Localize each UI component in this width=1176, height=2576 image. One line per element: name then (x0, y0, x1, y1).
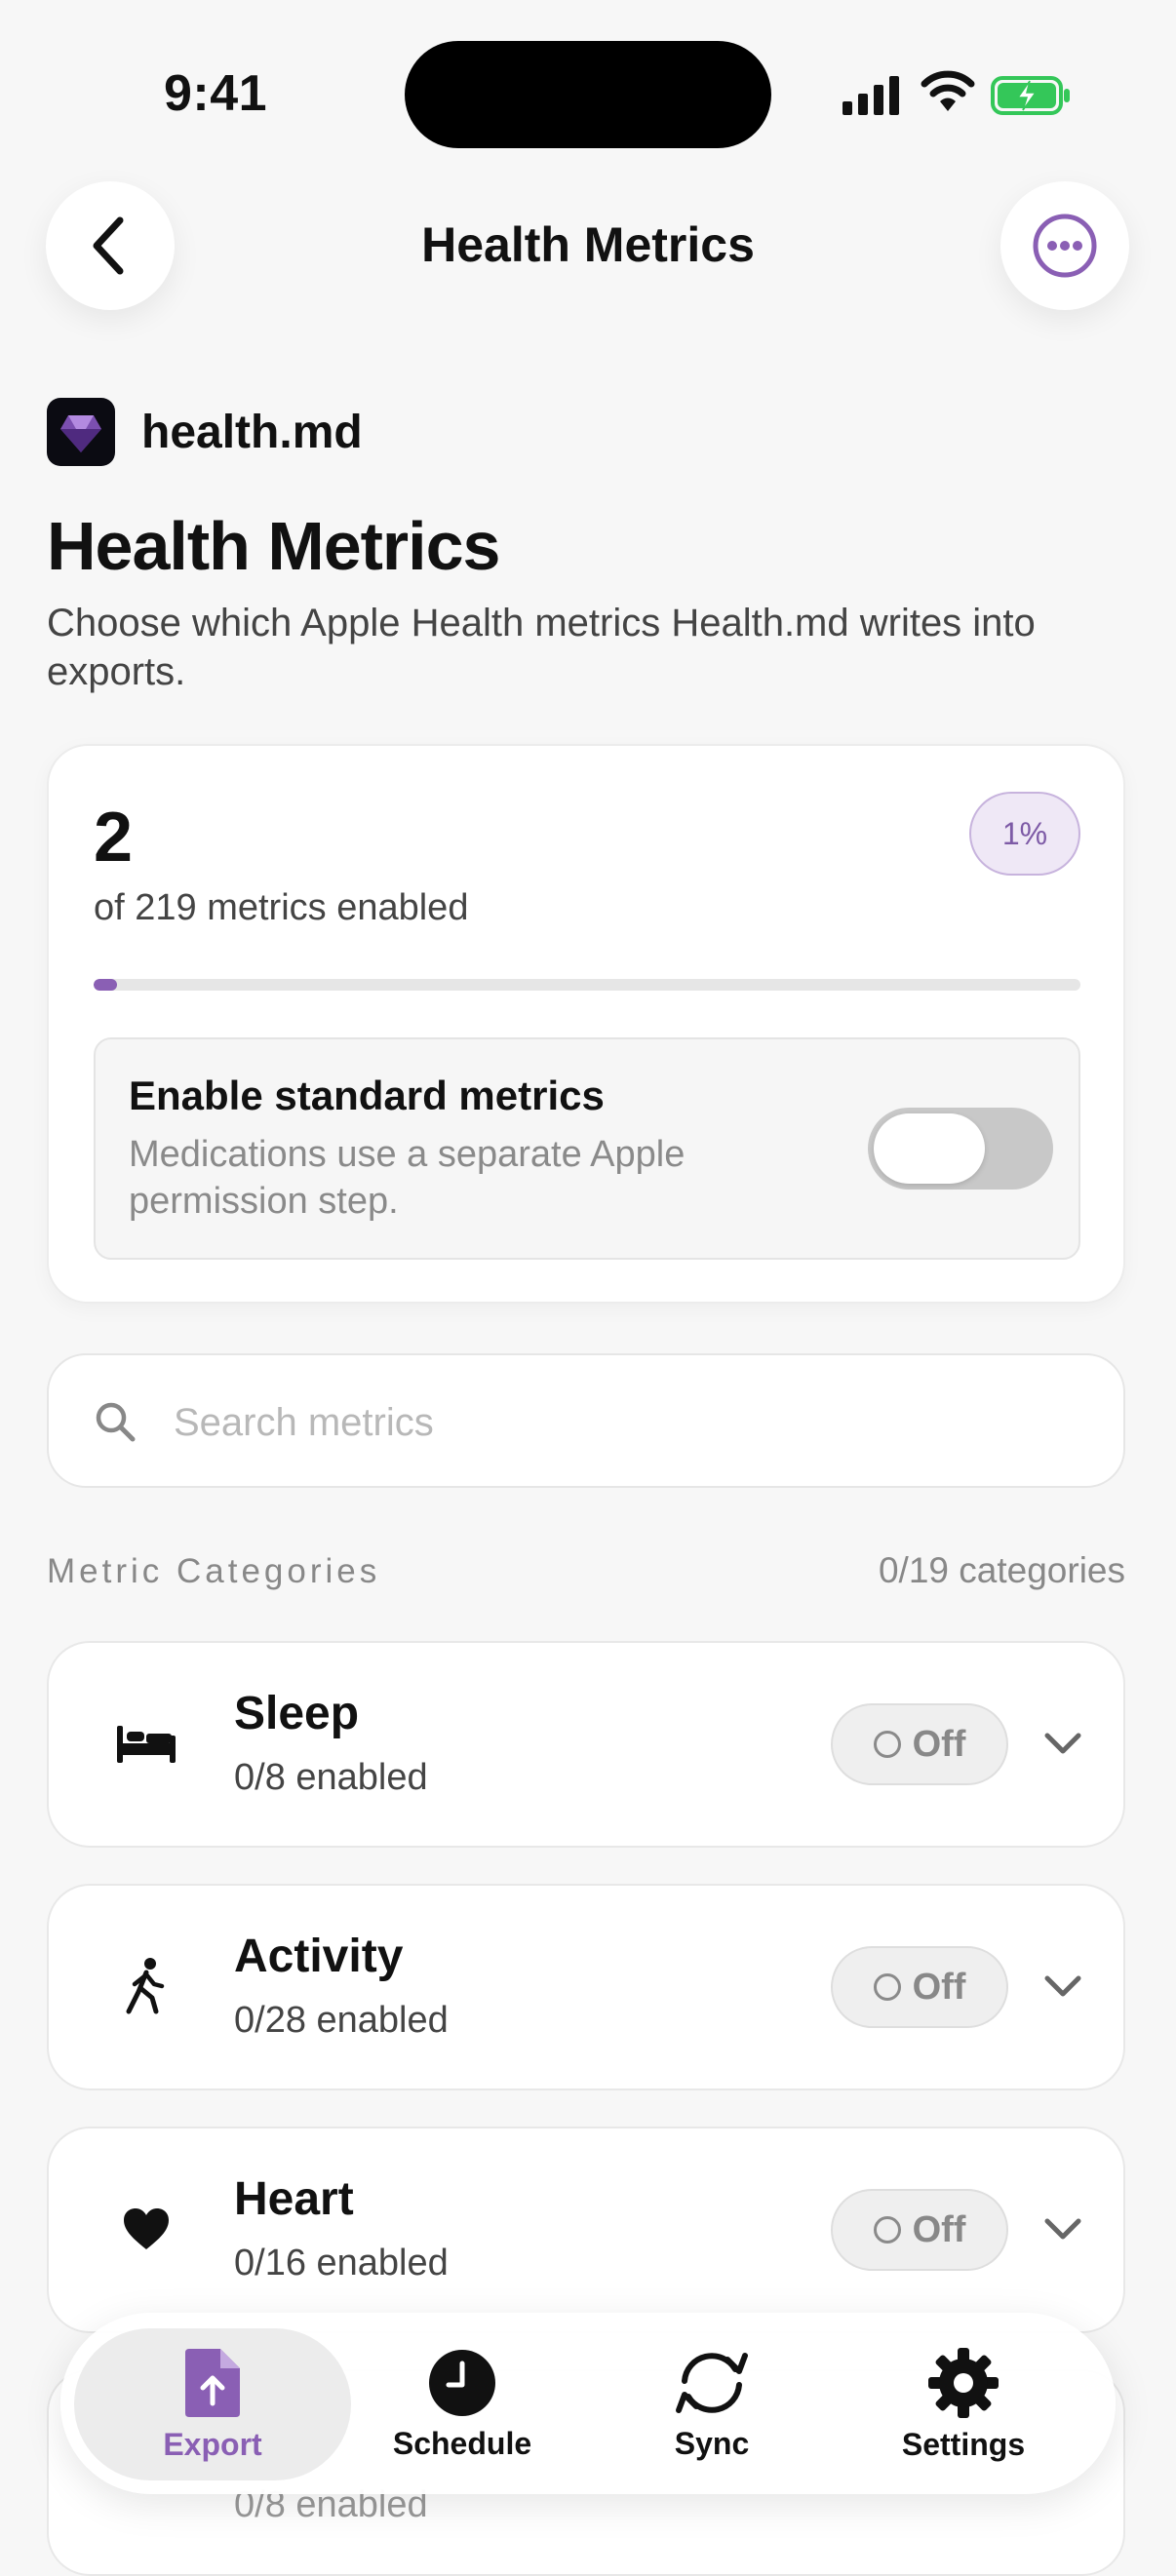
category-toggle-activity[interactable]: Off (831, 1946, 1008, 2028)
enabled-count: 2 (94, 799, 134, 877)
tab-schedule[interactable]: Schedule (337, 2328, 587, 2480)
ellipsis-circle-icon (1033, 214, 1097, 278)
tab-label-sync: Sync (674, 2425, 750, 2461)
category-title-activity: Activity (234, 1931, 404, 1982)
category-subtitle-sleep: 0/8 enabled (234, 1757, 428, 1798)
category-toggle-heart[interactable]: Off (831, 2189, 1008, 2271)
off-ring-icon (873, 1731, 901, 1758)
chevron-down-icon[interactable] (1039, 1971, 1086, 2004)
export-doc-icon (185, 2348, 240, 2417)
search-input[interactable] (172, 1383, 1092, 1463)
tab-export[interactable]: Export (74, 2328, 351, 2480)
sync-icon (676, 2352, 748, 2413)
category-toggle-sleep[interactable]: Off (831, 1703, 1008, 1785)
category-subtitle-activity: 0/28 enabled (234, 2000, 449, 2041)
progress-fill (94, 979, 118, 991)
cellular-signal-icon (843, 76, 899, 115)
off-ring-icon (873, 2216, 901, 2244)
tab-sync[interactable]: Sync (587, 2328, 837, 2480)
standard-metrics-title: Enable standard metrics (129, 1073, 605, 1118)
categories-count: 0/19 categories (878, 1550, 1125, 1590)
page-subtitle: Choose which Apple Health metrics Health… (47, 602, 1036, 693)
gear-icon (928, 2347, 999, 2418)
tab-settings[interactable]: Settings (837, 2328, 1090, 2480)
category-title-sleep: Sleep (234, 1688, 360, 1739)
category-state-heart: Off (912, 2208, 966, 2250)
standard-metrics-subtitle: Medications use a separate Apple permiss… (129, 1134, 686, 1222)
chevron-down-icon[interactable] (1039, 1728, 1086, 1761)
categories-section-label: Metric Categories (47, 1552, 381, 1590)
dynamic-island (405, 41, 771, 148)
heart-icon (107, 2190, 185, 2268)
bed-icon (107, 1704, 185, 1782)
standard-metrics-toggle[interactable] (868, 1108, 1053, 1190)
chevron-down-icon[interactable] (1039, 2213, 1086, 2246)
percent-badge: 1% (969, 792, 1080, 876)
progress-bar (94, 979, 1080, 991)
status-time: 9:41 (164, 65, 268, 122)
tab-label-schedule: Schedule (392, 2425, 532, 2461)
page-title: Health Metrics (47, 508, 500, 584)
more-options-button[interactable] (1000, 181, 1129, 310)
clock-icon (429, 2349, 495, 2416)
wifi-icon (921, 70, 975, 111)
battery-charging-icon (991, 76, 1070, 115)
enabled-count-label: of 219 metrics enabled (94, 887, 469, 928)
tab-label-settings: Settings (901, 2426, 1026, 2462)
category-title-heart: Heart (234, 2173, 354, 2225)
app-name: health.md (141, 407, 363, 458)
toggle-knob (874, 1113, 985, 1184)
category-state-sleep: Off (912, 1723, 966, 1765)
search-icon (96, 1402, 136, 1442)
category-state-activity: Off (912, 1966, 966, 2008)
app-logo (47, 398, 115, 466)
walking-icon (107, 1947, 185, 2025)
off-ring-icon (873, 1973, 901, 2001)
gem-heart-icon (60, 415, 101, 452)
category-subtitle-heart: 0/16 enabled (234, 2243, 449, 2283)
tab-label-export: Export (163, 2426, 262, 2462)
